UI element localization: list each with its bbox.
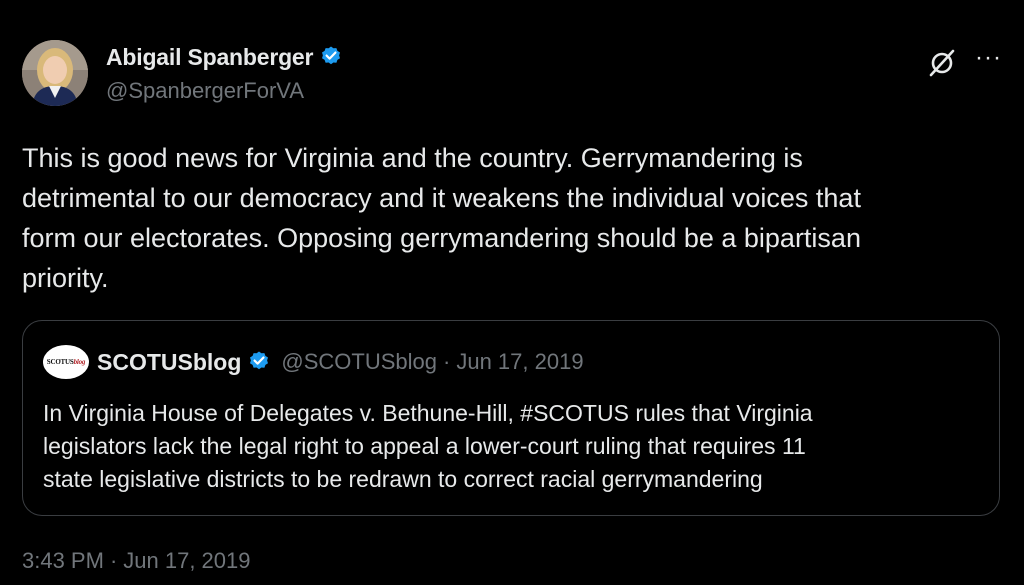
tweet-text: This is good news for Virginia and the c… [22,143,861,293]
quoted-author-display-name: SCOTUSblog [97,348,242,375]
quoted-avatar-logo: SCOTUSblog [46,358,86,366]
quoted-tweet-text: In Virginia House of Delegates v. Bethun… [43,400,813,492]
quoted-tweet[interactable]: SCOTUSblog SCOTUSblog @SCOTUSblog · Jun … [22,320,1000,516]
author-name-row: Abigail Spanberger [106,42,343,72]
timestamp-separator: · [109,548,118,573]
tweet: Abigail Spanberger @SpanbergerForVA ··· [0,0,1024,585]
tweet-timestamp[interactable]: 3:43 PM · Jun 17, 2019 [22,548,251,574]
quoted-author-handle: @SCOTUSblog [281,349,437,374]
grok-icon[interactable] [927,48,957,78]
tweet-header: Abigail Spanberger @SpanbergerForVA ··· [22,36,1002,116]
quoted-tweet-header: SCOTUSblog SCOTUSblog @SCOTUSblog · Jun … [43,345,584,379]
author-avatar[interactable] [22,40,88,106]
tweet-actions: ··· [927,46,1002,78]
more-options-icon[interactable]: ··· [975,46,1002,70]
tweet-date: Jun 17, 2019 [123,548,251,573]
quoted-author-avatar[interactable]: SCOTUSblog [43,345,89,379]
author-handle[interactable]: @SpanbergerForVA [106,78,343,104]
verified-badge-icon [319,45,343,69]
tweet-time: 3:43 PM [22,548,104,573]
author-display-name[interactable]: Abigail Spanberger [106,44,313,71]
quoted-tweet-date: Jun 17, 2019 [456,349,584,374]
quoted-separator: · [443,349,451,374]
quoted-verified-badge-icon [247,350,271,374]
author-info: Abigail Spanberger @SpanbergerForVA [106,42,343,104]
